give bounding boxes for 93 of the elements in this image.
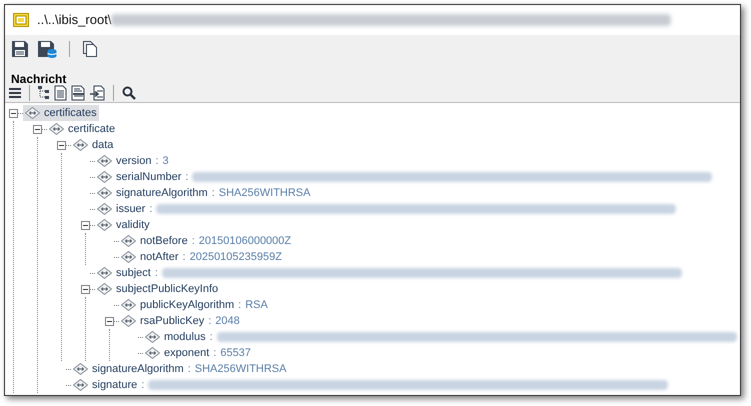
node-value: 2048 <box>215 314 240 329</box>
node-name: version <box>116 154 152 169</box>
node-name: rsaPublicKey <box>140 314 204 329</box>
copy-icon[interactable] <box>82 40 98 58</box>
tree-icon[interactable] <box>38 86 50 100</box>
element-icon <box>97 283 112 295</box>
colon: : <box>149 202 152 217</box>
element-icon <box>73 139 88 151</box>
search-icon[interactable] <box>122 86 136 100</box>
node-value: SHA256WITHRSA <box>194 362 286 377</box>
element-icon <box>121 315 136 327</box>
tree-node[interactable]: modulus : <box>143 328 739 346</box>
element-icon <box>73 363 88 375</box>
node-value: 3 <box>162 154 169 169</box>
menu-icon[interactable] <box>9 86 21 98</box>
tree-node[interactable]: rsaPublicKey : 2048 <box>119 312 242 330</box>
node-name: validity <box>116 218 150 233</box>
node-value: SHA256WITHRSA <box>218 186 310 201</box>
element-icon <box>97 203 112 215</box>
colon: : <box>185 170 188 185</box>
node-name: notBefore <box>140 234 188 249</box>
node-name: data <box>92 138 114 153</box>
element-icon <box>97 171 112 183</box>
node-name: signature <box>92 378 138 393</box>
node-name: publicKeyAlgorithm <box>140 298 234 313</box>
colon: : <box>212 186 215 201</box>
element-icon <box>97 155 112 167</box>
tree-node[interactable]: certificates <box>23 104 99 122</box>
colon: : <box>213 346 216 361</box>
element-icon <box>97 219 112 231</box>
element-icon <box>49 123 64 135</box>
colon: : <box>188 362 191 377</box>
element-icon <box>121 299 136 311</box>
node-name: signatureAlgorithm <box>116 186 208 201</box>
node-name: subjectPublicKeyInfo <box>116 282 218 297</box>
tree-node[interactable]: signatureAlgorithm : SHA256WITHRSA <box>95 184 312 202</box>
collapse-toggle[interactable] <box>81 284 90 294</box>
node-name: modulus <box>164 330 206 345</box>
colon: : <box>192 234 195 249</box>
collapse-toggle[interactable] <box>9 108 18 118</box>
window-title: ..\..\ibis_root\ <box>37 11 112 30</box>
hex-document-icon[interactable] <box>71 84 86 100</box>
save-database-icon[interactable] <box>37 40 57 58</box>
element-icon <box>145 331 160 343</box>
tree-node[interactable]: subjectPublicKeyInfo <box>95 280 220 298</box>
node-value: RSA <box>245 298 268 313</box>
element-icon <box>121 235 136 247</box>
document-icon[interactable] <box>54 84 67 100</box>
colon: : <box>141 378 144 393</box>
tree-node[interactable]: notAfter : 20250105235959Z <box>119 248 284 266</box>
element-icon <box>25 107 40 119</box>
node-name: certificates <box>44 106 97 121</box>
element-icon <box>145 347 160 359</box>
node-name: issuer <box>116 202 146 217</box>
save-icon[interactable] <box>11 40 29 58</box>
node-name: notAfter <box>140 250 179 265</box>
node-name: certificate <box>68 122 116 137</box>
tree-node[interactable]: exponent : 65537 <box>143 344 253 362</box>
element-icon <box>73 379 88 391</box>
colon: : <box>238 298 242 313</box>
node-name: signatureAlgorithm <box>92 362 184 377</box>
colon: : <box>154 266 158 281</box>
tree-node[interactable]: serialNumber : <box>95 168 714 186</box>
tree-node[interactable]: signature : <box>71 376 670 394</box>
colon: : <box>182 250 186 265</box>
tree-node[interactable]: notBefore : 20150106000000Z <box>119 232 294 250</box>
element-icon <box>97 187 112 199</box>
tree-node[interactable]: issuer : <box>95 200 678 218</box>
collapse-toggle[interactable] <box>81 220 90 230</box>
tree-node[interactable]: version : 3 <box>95 152 171 170</box>
colon: : <box>155 154 159 169</box>
tree-node[interactable]: validity <box>95 216 152 234</box>
colon: : <box>208 314 212 329</box>
element-icon <box>97 267 112 279</box>
window-icon <box>13 13 29 27</box>
tree-node[interactable]: signatureAlgorithm : SHA256WITHRSA <box>71 360 288 378</box>
node-value: 20250105235959Z <box>190 250 282 265</box>
tree-node[interactable]: subject : <box>95 264 684 282</box>
colon: : <box>210 330 213 345</box>
tree-node[interactable]: certificate <box>47 120 118 138</box>
node-name: subject <box>116 266 151 281</box>
collapse-toggle[interactable] <box>33 124 42 134</box>
node-name: exponent <box>164 346 210 361</box>
node-name: serialNumber <box>116 170 182 185</box>
collapse-toggle[interactable] <box>105 316 114 326</box>
tree-node[interactable]: data <box>71 136 116 154</box>
element-icon <box>121 251 136 263</box>
tree-node[interactable]: publicKeyAlgorithm : RSA <box>119 296 270 314</box>
section-title: Nachricht <box>11 72 66 86</box>
collapse-toggle[interactable] <box>57 140 66 150</box>
node-value: 65537 <box>220 346 251 361</box>
node-value: 20150106000000Z <box>198 234 292 249</box>
import-document-icon[interactable] <box>90 84 105 100</box>
